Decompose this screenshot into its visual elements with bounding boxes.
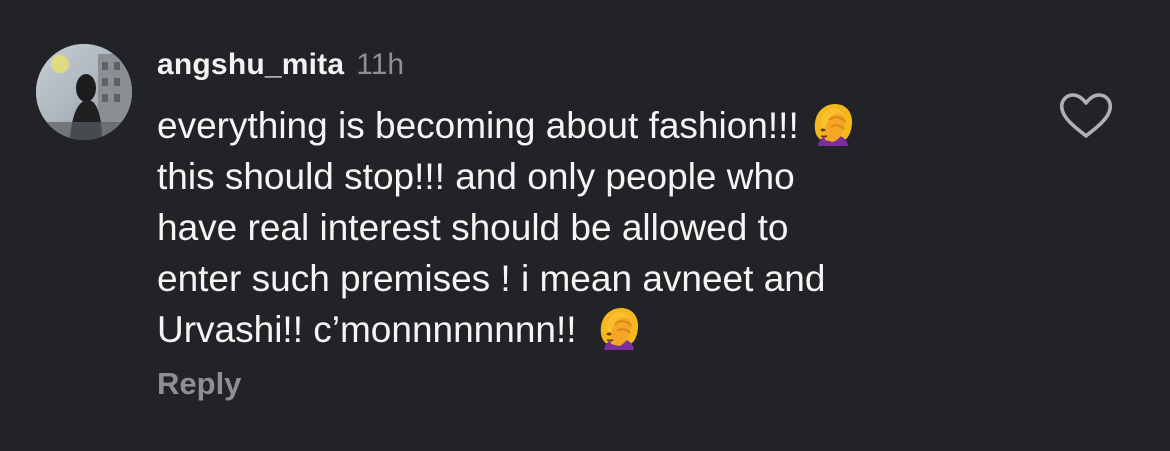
comment-text-line: everything is becoming about fashion!!!	[157, 100, 1017, 151]
username[interactable]: angshu_mita	[157, 48, 344, 82]
comment-header: angshu_mita 11h	[157, 48, 404, 88]
comment-item: angshu_mita 11h everything is becoming a…	[0, 0, 1170, 451]
reply-button[interactable]: Reply	[157, 366, 241, 402]
comment-text-line-5: Urvashi!! c’monnnnnnnn!!	[157, 309, 577, 350]
comment-text-line-2: this should stop!!! and only people who	[157, 156, 795, 197]
woman-facepalming-icon	[595, 304, 643, 352]
comment-text-line-4: enter such premises ! i mean avneet and	[157, 258, 826, 299]
heart-outline-icon[interactable]	[1058, 92, 1114, 140]
comment-text-line-3: have real interest should be allowed to	[157, 207, 789, 248]
comment-text-line-1: everything is becoming about fashion!!!	[157, 105, 799, 146]
timestamp: 11h	[356, 48, 405, 81]
comment-text: everything is becoming about fashion!!! …	[157, 100, 1017, 355]
woman-facepalming-icon	[809, 100, 857, 148]
comment-text-line: Urvashi!! c’monnnnnnnn!!	[157, 304, 1017, 355]
avatar[interactable]	[36, 44, 132, 140]
